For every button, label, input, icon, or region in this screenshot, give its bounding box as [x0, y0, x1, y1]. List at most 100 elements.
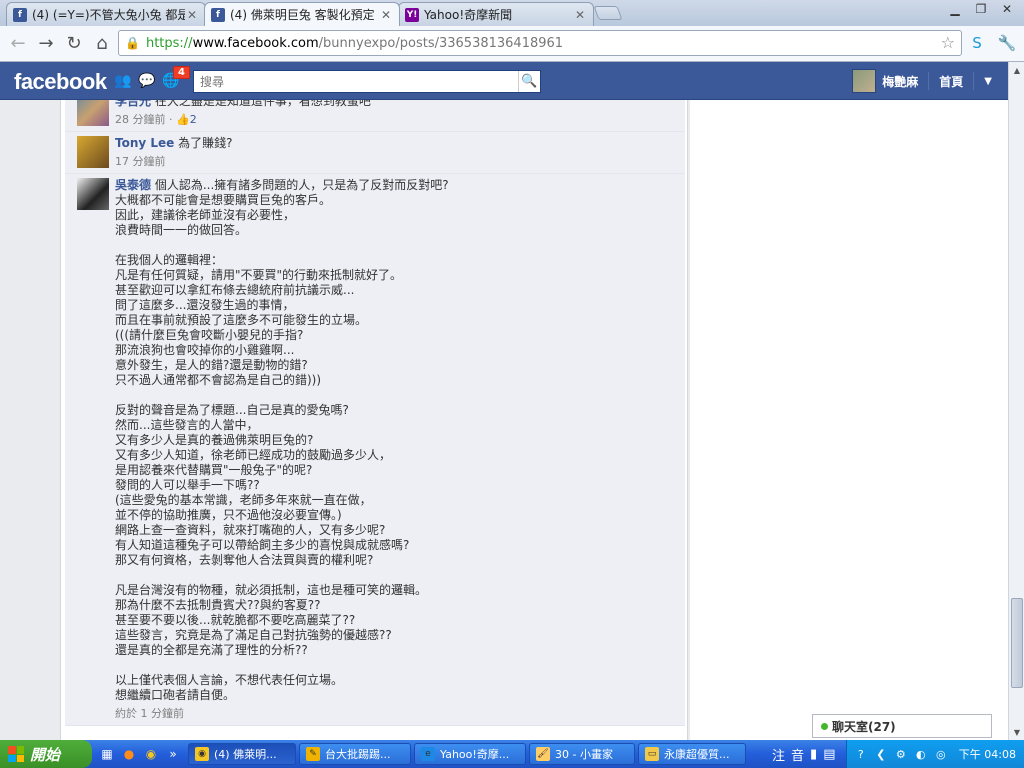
tray-arrow-icon[interactable]: ❮: [873, 746, 889, 762]
minimize-icon[interactable]: ▁: [942, 0, 968, 18]
user-avatar[interactable]: [852, 69, 877, 93]
reload-icon[interactable]: ↻: [60, 30, 88, 58]
close-icon[interactable]: ✕: [573, 8, 587, 22]
comment-text: 而且在事前就預設了這麼多不可能發生的立場。: [115, 313, 368, 327]
close-window-icon[interactable]: ✕: [994, 0, 1020, 18]
divider: [928, 72, 930, 90]
help-icon[interactable]: ?: [853, 746, 869, 762]
comment-text: 甚至歡迎可以拿紅布條去總統府前抗議示威...: [115, 283, 355, 297]
ime-settings-icon[interactable]: ▤: [823, 747, 835, 762]
ime-mode-label[interactable]: 注: [772, 745, 785, 764]
like-count[interactable]: 👍2: [176, 113, 197, 126]
comment-text-line: 只不過人通常都不會認為是自己的錯))): [115, 373, 679, 388]
tab-flemish-giant[interactable]: f (4) 佛萊明巨兔 客製化預定 ✕: [204, 2, 400, 26]
home-icon[interactable]: ⌂: [88, 30, 116, 58]
close-icon[interactable]: ✕: [379, 8, 393, 22]
comment-text: 在我個人的邏輯裡：: [115, 253, 224, 267]
tab-title: (4) 佛萊明巨兔 客製化預定: [230, 8, 375, 22]
commenter-avatar[interactable]: [77, 136, 109, 168]
taskbar-item[interactable]: ▭ 永康超優質...: [638, 743, 746, 765]
taskbar-item[interactable]: ✎ 台大批踢踢...: [299, 743, 411, 765]
comment-text: 凡是台灣沒有的物種，就必須抵制，這也是種可笑的邏輯。: [115, 583, 428, 597]
facebook-header: facebook 👥 💬 🌐 🔍 梅艷麻 首頁 ▼: [0, 62, 1008, 100]
forward-icon[interactable]: →: [32, 30, 60, 58]
scroll-up-icon[interactable]: ▲: [1009, 62, 1024, 78]
comment-timestamp[interactable]: 28 分鐘前: [115, 113, 166, 126]
skype-extension-icon[interactable]: S: [964, 30, 990, 56]
taskbar-item-label: Yahoo!奇摩...: [440, 748, 510, 761]
comment-text: 在大之盡是是知道這件事，看想到教蛋吧: [154, 100, 371, 108]
comment-text-line: 甚至歡迎可以拿紅布條去總統府前抗議示威...: [115, 283, 679, 298]
scrollbar-thumb[interactable]: [1011, 598, 1023, 688]
url-path: /bunnyexpo/posts/336538136418961: [318, 35, 564, 51]
page-scrollbar[interactable]: ▲ ▼: [1008, 62, 1024, 740]
messages-icon[interactable]: 💬: [138, 72, 156, 90]
network-icon[interactable]: ⚙: [893, 746, 909, 762]
chrome-icon[interactable]: ◉: [142, 745, 160, 763]
chat-sidebar-tab[interactable]: 聊天室(27): [812, 714, 992, 738]
friend-requests-icon[interactable]: 👥: [114, 72, 132, 90]
taskbar-item[interactable]: e Yahoo!奇摩...: [414, 743, 526, 765]
post-column: 李吉光 在大之盡是是知道這件事，看想到教蛋吧 28 分鐘前 · 👍2 Tony Le…: [60, 100, 688, 740]
commenter-name-link[interactable]: 吳泰德: [115, 178, 151, 192]
back-icon[interactable]: ←: [4, 30, 32, 58]
comment-text-line: 這些發言，究竟是為了滿足自己對抗強勢的優越感??: [115, 628, 679, 643]
commenter-avatar[interactable]: [77, 178, 109, 210]
chevron-right-icon[interactable]: »: [164, 745, 182, 763]
user-name-link[interactable]: 梅艷麻: [882, 73, 918, 90]
commenter-name-link[interactable]: Tony Lee: [115, 136, 174, 150]
security-icon[interactable]: ◎: [933, 746, 949, 762]
comment-text: 還是真的全都是充滿了理性的分析??: [115, 643, 308, 657]
comment-text: 想繼續口砲者請自便。: [115, 688, 236, 702]
chevron-down-icon[interactable]: ▼: [984, 76, 992, 87]
comment-text-line: 浪費時間一一的做回答。: [115, 223, 679, 238]
ime-mode-label[interactable]: 音: [791, 745, 804, 764]
taskbar-item[interactable]: 🖌 30 - 小畫家: [529, 743, 635, 765]
comment-meta: 28 分鐘前 · 👍2: [115, 113, 197, 126]
bookmark-star-icon[interactable]: ☆: [941, 33, 955, 52]
taskbar-item[interactable]: ◉ (4) 佛萊明...: [188, 743, 296, 765]
search-input[interactable]: [194, 71, 518, 92]
comment-text-line: 那流浪狗也會咬掉你的小雞雞啊...: [115, 343, 679, 358]
new-tab-button[interactable]: [593, 6, 623, 20]
app-icon: ◉: [195, 747, 209, 761]
comment-text: 大概都不可能會是想要購買巨兔的客戶。: [115, 193, 332, 207]
comment-timestamp[interactable]: 17 分鐘前: [115, 155, 166, 168]
start-button[interactable]: 開始: [0, 740, 92, 768]
facebook-logo[interactable]: facebook: [14, 69, 107, 95]
notification-badge[interactable]: 4: [173, 66, 190, 79]
tab-yahoo-news[interactable]: Y! Yahoo!奇摩新聞 ✕: [398, 2, 594, 26]
comment-text-line: (((請什麼巨兔會咬斷小嬰兒的手指?: [115, 328, 679, 343]
comment-text-line: 以上僅代表個人言論，不想代表任何立場。: [115, 673, 679, 688]
firefox-icon[interactable]: ●: [120, 745, 138, 763]
address-bar[interactable]: 🔒 https://www.facebook.com/bunnyexpo/pos…: [118, 30, 962, 56]
commenter-name-link[interactable]: 李吉光: [115, 100, 151, 108]
search-box: 🔍: [193, 70, 541, 93]
close-icon[interactable]: ✕: [185, 8, 199, 22]
volume-icon[interactable]: ◐: [913, 746, 929, 762]
tab-bunny-group[interactable]: f (4) (=Y=)不管大兔小兔 都是 ✕: [6, 2, 206, 26]
clock: 下午 04:08: [958, 748, 1016, 761]
comment-text-line: 有人知道這種兔子可以帶給飼主多少的喜悅與成就感嗎?: [115, 538, 679, 553]
comment-text: 又有多少人是真的養過佛萊明巨兔的?: [115, 433, 314, 447]
scroll-down-icon[interactable]: ▼: [1009, 724, 1024, 740]
commenter-avatar[interactable]: [77, 100, 109, 126]
restore-icon[interactable]: ❐: [968, 0, 994, 18]
app-icon: e: [421, 747, 435, 761]
wrench-menu-icon[interactable]: 🔧: [994, 30, 1020, 56]
home-link[interactable]: 首頁: [939, 73, 963, 90]
comment-text: 問了這麼多...還沒發生過的事情，: [115, 298, 295, 312]
ime-keyboard-icon[interactable]: ▮: [810, 747, 817, 762]
comment-text: 又有多少人知道，徐老師已經成功的鼓勵過多少人，: [115, 448, 392, 462]
desktop-icon[interactable]: ▦: [98, 745, 116, 763]
comment-timestamp[interactable]: 約於 1 分鐘前: [115, 707, 184, 720]
comment-text: 發問的人可以舉手一下嗎??: [115, 478, 260, 492]
comment-text-line: 那為什麼不去抵制貴賓犬??與約客夏??: [115, 598, 679, 613]
comment-text: 並不停的協助推廣，只不過他沒必要宣傳。): [115, 508, 342, 522]
comment-text: 反對的聲音是為了標題...自己是真的愛兔嗎?: [115, 403, 349, 417]
online-status-icon: [821, 722, 828, 730]
comment-text-line: 問了這麼多...還沒發生過的事情，: [115, 298, 679, 313]
search-icon[interactable]: 🔍: [518, 71, 540, 92]
comment-text-line: 而且在事前就預設了這麼多不可能發生的立場。: [115, 313, 679, 328]
comment-text: 意外發生，是人的錯?還是動物的錯?: [115, 358, 308, 372]
